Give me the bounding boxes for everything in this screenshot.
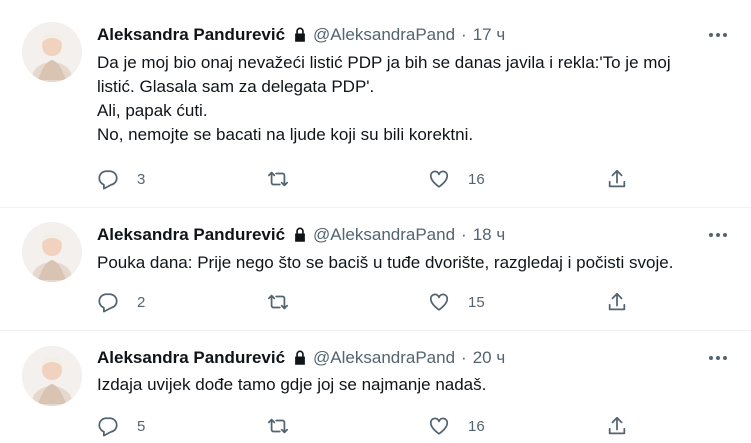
retweet-button[interactable] bbox=[267, 414, 307, 438]
lock-icon bbox=[295, 350, 305, 365]
retweet-button[interactable] bbox=[267, 290, 307, 314]
like-count: 16 bbox=[468, 417, 485, 435]
reply-button[interactable]: 3 bbox=[97, 167, 145, 191]
like-button[interactable]: 16 bbox=[428, 167, 485, 191]
reply-count: 3 bbox=[137, 170, 146, 188]
avatar-image bbox=[22, 346, 82, 406]
author-handle[interactable]: @AleksandraPand bbox=[313, 25, 455, 45]
timestamp[interactable]: 17 ч bbox=[473, 25, 506, 45]
tweet-actions: 3 16 bbox=[97, 167, 637, 191]
more-icon[interactable] bbox=[700, 348, 736, 368]
share-icon bbox=[608, 292, 626, 311]
tweet-text: Da je moj bio onaj nevažeći listić PDP j… bbox=[97, 51, 737, 147]
retweet-button[interactable] bbox=[267, 167, 307, 191]
more-icon[interactable] bbox=[700, 225, 736, 245]
reply-button[interactable]: 2 bbox=[97, 290, 145, 314]
avatar-image bbox=[22, 222, 82, 282]
tweet[interactable]: Aleksandra Pandurević @AleksandraPand · … bbox=[0, 331, 751, 443]
share-icon bbox=[608, 169, 626, 188]
separator-dot: · bbox=[461, 225, 467, 244]
author-name[interactable]: Aleksandra Pandurević bbox=[97, 25, 285, 45]
author-handle[interactable]: @AleksandraPand bbox=[313, 348, 455, 368]
avatar[interactable] bbox=[22, 346, 82, 406]
tweet[interactable]: Aleksandra Pandurević @AleksandraPand · … bbox=[0, 0, 751, 207]
tweet-text: Izdaja uvijek dođe tamo gdje joj se najm… bbox=[97, 373, 737, 397]
timestamp[interactable]: 18 ч bbox=[473, 225, 506, 245]
author-handle[interactable]: @AleksandraPand bbox=[313, 225, 455, 245]
lock-icon bbox=[295, 27, 305, 42]
like-icon bbox=[429, 293, 449, 311]
avatar[interactable] bbox=[22, 22, 82, 82]
tweet-feed: Aleksandra Pandurević @AleksandraPand · … bbox=[0, 0, 751, 443]
like-count: 16 bbox=[468, 170, 485, 188]
tweet-header: Aleksandra Pandurević @AleksandraPand · … bbox=[97, 223, 505, 247]
like-count: 15 bbox=[468, 293, 485, 311]
share-icon bbox=[608, 416, 626, 435]
timestamp[interactable]: 20 ч bbox=[473, 348, 506, 368]
author-name[interactable]: Aleksandra Pandurević bbox=[97, 348, 285, 368]
retweet-icon bbox=[267, 171, 289, 187]
tweet-text-line: Izdaja uvijek dođe tamo gdje joj se najm… bbox=[97, 375, 487, 394]
like-icon bbox=[429, 417, 449, 435]
more-icon[interactable] bbox=[700, 25, 736, 45]
avatar[interactable] bbox=[22, 222, 82, 282]
retweet-icon bbox=[267, 294, 289, 310]
reply-count: 5 bbox=[137, 417, 146, 435]
tweet-text-line: Pouka dana: Prije nego što se baciš u tu… bbox=[97, 253, 674, 272]
tweet-header: Aleksandra Pandurević @AleksandraPand · … bbox=[97, 23, 505, 47]
tweet-text-line: Ali, papak ćuti. bbox=[97, 101, 208, 120]
share-button[interactable] bbox=[606, 167, 628, 191]
retweet-icon bbox=[267, 418, 289, 434]
lock-icon bbox=[295, 227, 305, 242]
reply-icon bbox=[98, 417, 118, 437]
reply-count: 2 bbox=[137, 293, 146, 311]
tweet-text-line: listić. Glasala sam za delegata PDP'. bbox=[97, 77, 375, 96]
like-button[interactable]: 15 bbox=[428, 290, 485, 314]
like-button[interactable]: 16 bbox=[428, 414, 485, 438]
tweet-header: Aleksandra Pandurević @AleksandraPand · … bbox=[97, 346, 505, 370]
tweet[interactable]: Aleksandra Pandurević @AleksandraPand · … bbox=[0, 208, 751, 330]
tweet-actions: 2 15 bbox=[97, 290, 637, 314]
separator-dot: · bbox=[461, 25, 467, 44]
tweet-actions: 5 16 bbox=[97, 414, 637, 438]
reply-icon bbox=[98, 293, 118, 313]
share-button[interactable] bbox=[606, 414, 628, 438]
reply-button[interactable]: 5 bbox=[97, 414, 145, 438]
tweet-text: Pouka dana: Prije nego što se baciš u tu… bbox=[97, 251, 737, 275]
tweet-text-line: No, nemojte se bacati na ljude koji su b… bbox=[97, 125, 474, 144]
reply-icon bbox=[98, 170, 118, 190]
tweet-text-line: Da je moj bio onaj nevažeći listić PDP j… bbox=[97, 53, 671, 72]
like-icon bbox=[429, 170, 449, 188]
author-name[interactable]: Aleksandra Pandurević bbox=[97, 225, 285, 245]
avatar-image bbox=[22, 22, 82, 82]
separator-dot: · bbox=[461, 348, 467, 367]
share-button[interactable] bbox=[606, 290, 628, 314]
